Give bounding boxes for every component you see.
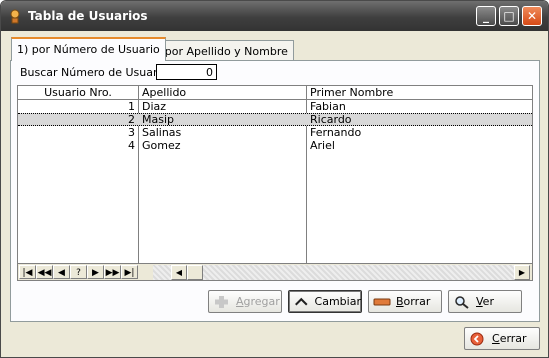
magnifier-icon xyxy=(455,295,469,309)
column-header-nombre[interactable]: Primer Nombre xyxy=(310,86,510,99)
column-header-apellido[interactable]: Apellido xyxy=(142,86,302,99)
agregar-label: Agregar xyxy=(236,295,280,308)
horizontal-scrollbar[interactable]: ◀ ▶ xyxy=(153,265,530,280)
ver-label: Ver xyxy=(476,295,494,308)
table-row[interactable]: 3 Salinas Fernando xyxy=(18,126,532,139)
cambiar-button[interactable]: Cambiar xyxy=(288,290,362,313)
cell-nombre: Fabian xyxy=(310,100,346,113)
cell-nro: 3 xyxy=(128,126,135,139)
cerrar-label: Cerrar xyxy=(492,332,527,345)
chevron-up-icon xyxy=(295,297,308,305)
table-row[interactable]: 4 Gomez Ariel xyxy=(18,139,532,152)
nav-prior-button[interactable]: ◀ xyxy=(53,265,70,279)
cell-nombre: Ariel xyxy=(310,139,335,152)
nav-next-button[interactable]: ▶ xyxy=(87,265,104,279)
app-icon xyxy=(10,9,20,24)
plus-icon xyxy=(215,295,228,308)
nav-last-button[interactable]: ▶| xyxy=(121,265,138,279)
cell-nro: 1 xyxy=(128,100,135,113)
cell-nro: 2 xyxy=(128,113,135,126)
window-title: Tabla de Usuarios xyxy=(28,9,148,23)
cell-apellido: Diaz xyxy=(142,100,167,113)
close-window-button[interactable]: ✕ xyxy=(522,6,542,26)
scroll-thumb[interactable] xyxy=(187,265,203,280)
eraser-icon xyxy=(373,298,391,305)
close-icon: ✕ xyxy=(526,9,538,23)
scroll-right-button[interactable]: ▶ xyxy=(514,265,530,280)
tab-label: 2) por Apellido y Nombre xyxy=(150,45,288,58)
cell-nro: 4 xyxy=(128,139,135,152)
tab-label: 1) por Número de Usuario xyxy=(17,43,160,56)
back-arrow-icon xyxy=(470,332,484,345)
cell-nombre: Ricardo xyxy=(310,113,352,126)
nav-next-page-button[interactable]: ▶▶ xyxy=(104,265,121,279)
table-row[interactable]: 1 Diaz Fabian xyxy=(18,100,532,113)
scroll-left-button[interactable]: ◀ xyxy=(171,265,187,280)
tab-panel: Buscar Número de Usuario: Usuario Nro. A… xyxy=(10,60,540,322)
column-header-nro[interactable]: Usuario Nro. xyxy=(18,86,138,99)
users-grid[interactable]: Usuario Nro. Apellido Primer Nombre 1 Di… xyxy=(17,85,533,281)
nav-search-button[interactable]: ? xyxy=(70,265,87,279)
nav-first-button[interactable]: |◀ xyxy=(19,265,36,279)
search-input[interactable] xyxy=(156,64,217,80)
search-label: Buscar Número de Usuario: xyxy=(20,66,172,79)
tab-por-numero[interactable]: 1) por Número de Usuario xyxy=(11,37,166,61)
ver-button[interactable]: Ver xyxy=(448,290,522,313)
maximize-icon: □ xyxy=(503,9,515,23)
cell-apellido: Salinas xyxy=(142,126,182,139)
cell-nombre: Fernando xyxy=(310,126,362,139)
cell-apellido: Gomez xyxy=(142,139,181,152)
table-row-selected[interactable]: 2 Masip Ricardo xyxy=(18,113,532,126)
cell-apellido: Masip xyxy=(142,113,175,126)
agregar-button[interactable]: Agregar xyxy=(208,290,282,313)
grid-navigator: |◀ ◀◀ ◀ ? ▶ ▶▶ ▶| ◀ ▶ xyxy=(18,263,532,280)
cerrar-button[interactable]: Cerrar xyxy=(464,327,540,350)
minimize-button[interactable]: _ xyxy=(476,6,496,26)
title-bar[interactable]: Tabla de Usuarios _ □ ✕ xyxy=(1,1,548,31)
cambiar-label: Cambiar xyxy=(314,295,361,308)
borrar-button[interactable]: Borrar xyxy=(368,290,442,313)
minimize-icon: _ xyxy=(483,9,489,23)
borrar-label: Borrar xyxy=(396,295,431,308)
nav-prior-page-button[interactable]: ◀◀ xyxy=(36,265,53,279)
main-window: Tabla de Usuarios _ □ ✕ 1) por Número de… xyxy=(0,0,549,358)
tab-por-apellido[interactable]: 2) por Apellido y Nombre xyxy=(144,40,294,62)
maximize-button[interactable]: □ xyxy=(499,6,519,26)
